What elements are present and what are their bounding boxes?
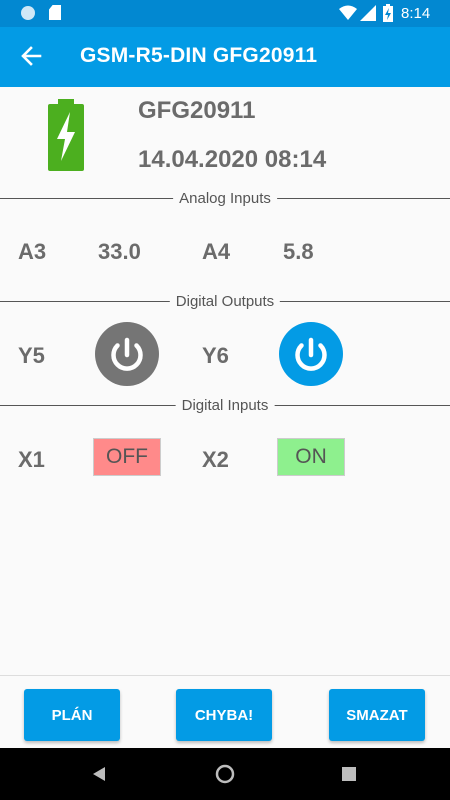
analog-input-a3-label: A3 [18, 239, 47, 264]
error-button[interactable]: CHYBA! [176, 689, 272, 741]
nav-recents-icon[interactable] [342, 767, 356, 781]
status-bar: 8:14 [0, 0, 450, 27]
signal-icon [360, 5, 376, 21]
analog-input-a4-label: A4 [202, 239, 231, 264]
sd-card-icon [49, 5, 61, 20]
analog-inputs-heading: Analog Inputs [173, 190, 277, 207]
battery-charging-icon [383, 4, 393, 22]
wifi-icon [339, 5, 357, 20]
digital-inputs-heading: Digital Inputs [175, 397, 275, 414]
digital-outputs-heading: Digital Outputs [169, 293, 281, 310]
main-content [0, 87, 450, 675]
bottom-divider [0, 675, 450, 676]
device-serial: GFG20911 [138, 97, 256, 124]
x1-state-indicator: OFF [93, 438, 161, 476]
digital-input-x2-label: X2 [202, 447, 229, 472]
notification-icon [21, 6, 35, 20]
back-arrow-icon[interactable] [16, 41, 46, 71]
device-datetime: 14.04.2020 08:14 [138, 146, 327, 173]
analog-input-a3-value: 33.0 [98, 239, 141, 264]
delete-button[interactable]: SMAZAT [329, 689, 425, 741]
y5-power-toggle[interactable] [95, 322, 159, 386]
digital-output-y5-label: Y5 [18, 343, 45, 368]
power-icon [111, 337, 143, 371]
status-time: 8:14 [401, 5, 431, 22]
power-icon [295, 337, 327, 371]
battery-charging-icon [48, 99, 84, 171]
nav-back-icon[interactable] [92, 766, 106, 782]
x2-state-indicator: ON [277, 438, 345, 476]
nav-home-icon[interactable] [215, 764, 235, 784]
navigation-bar [0, 748, 450, 800]
y6-power-toggle[interactable] [279, 322, 343, 386]
analog-input-a4-value: 5.8 [283, 239, 314, 264]
digital-output-y6-label: Y6 [202, 343, 229, 368]
plan-button[interactable]: PLÁN [24, 689, 120, 741]
app-bar: GSM-R5-DIN GFG20911 [0, 27, 450, 87]
page-title: GSM-R5-DIN GFG20911 [80, 44, 318, 67]
digital-input-x1-label: X1 [18, 447, 45, 472]
